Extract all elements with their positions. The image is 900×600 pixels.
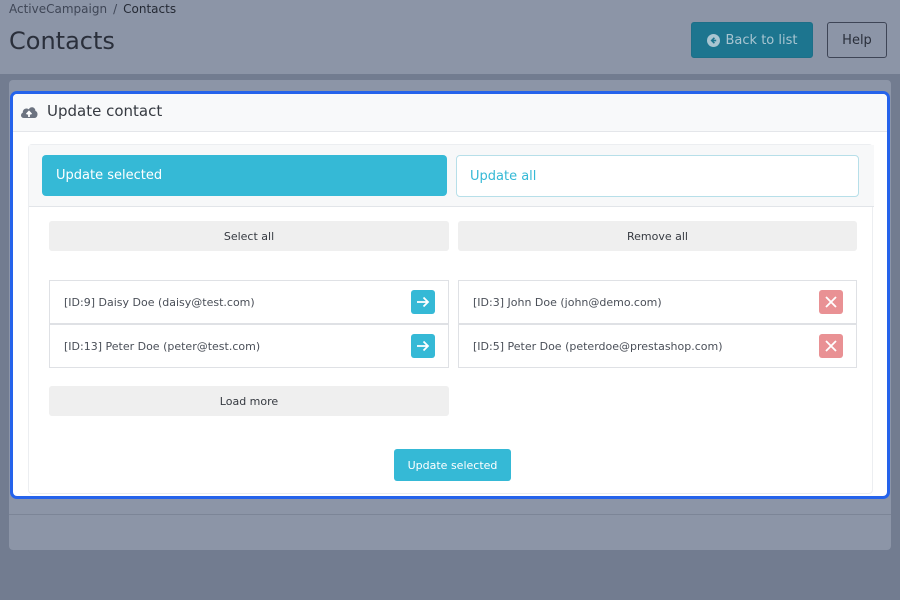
help-button[interactable]: Help	[827, 22, 887, 58]
modal-title: Update contact	[47, 102, 163, 120]
add-contact-button[interactable]	[411, 290, 435, 314]
update-contact-modal: Update contact Update selected Update al…	[10, 91, 890, 499]
available-contact-label: [ID:9] Daisy Doe (daisy@test.com)	[64, 295, 255, 309]
contact-selection-area: Update selected Update all Select all Re…	[28, 144, 874, 494]
page-header: ActiveCampaign / Contacts Contacts Back to…	[0, 0, 900, 74]
available-contact-item: [ID:9] Daisy Doe (daisy@test.com)	[49, 280, 449, 324]
back-to-list-label: Back to list	[725, 32, 798, 48]
load-more-button[interactable]: Load more	[49, 386, 449, 416]
add-contact-button[interactable]	[411, 334, 435, 358]
breadcrumb-parent[interactable]: ActiveCampaign	[9, 2, 107, 16]
selected-contact-item: [ID:3] John Doe (john@demo.com)	[458, 280, 857, 324]
breadcrumb: ActiveCampaign / Contacts	[9, 2, 176, 16]
back-to-list-button[interactable]: Back to list	[691, 22, 813, 58]
page-title: Contacts	[9, 27, 115, 55]
close-icon	[825, 340, 837, 352]
close-icon	[825, 296, 837, 308]
modal-header: Update contact	[13, 94, 887, 132]
tab-update-all[interactable]: Update all	[456, 155, 859, 197]
available-contact-label: [ID:13] Peter Doe (peter@test.com)	[64, 339, 261, 353]
tab-update-selected[interactable]: Update selected	[42, 155, 447, 196]
select-all-button[interactable]: Select all	[49, 221, 449, 251]
remove-contact-button[interactable]	[819, 334, 843, 358]
arrow-left-circle-icon	[706, 33, 720, 47]
update-selected-submit-button[interactable]: Update selected	[394, 449, 511, 481]
selected-contact-item: [ID:5] Peter Doe (peterdoe@prestashop.co…	[458, 324, 857, 368]
breadcrumb-current: Contacts	[123, 2, 177, 16]
arrow-right-icon	[417, 296, 430, 308]
selected-contact-label: [ID:5] Peter Doe (peterdoe@prestashop.co…	[473, 339, 723, 353]
mode-tabs: Update selected Update all	[29, 145, 874, 207]
arrow-right-icon	[417, 340, 430, 352]
breadcrumb-separator: /	[113, 2, 118, 16]
remove-contact-button[interactable]	[819, 290, 843, 314]
background-panel-divider	[9, 514, 891, 515]
selected-contact-label: [ID:3] John Doe (john@demo.com)	[473, 295, 662, 309]
available-contact-item: [ID:13] Peter Doe (peter@test.com)	[49, 324, 449, 368]
cloud-upload-icon	[19, 103, 39, 125]
remove-all-button[interactable]: Remove all	[458, 221, 857, 251]
